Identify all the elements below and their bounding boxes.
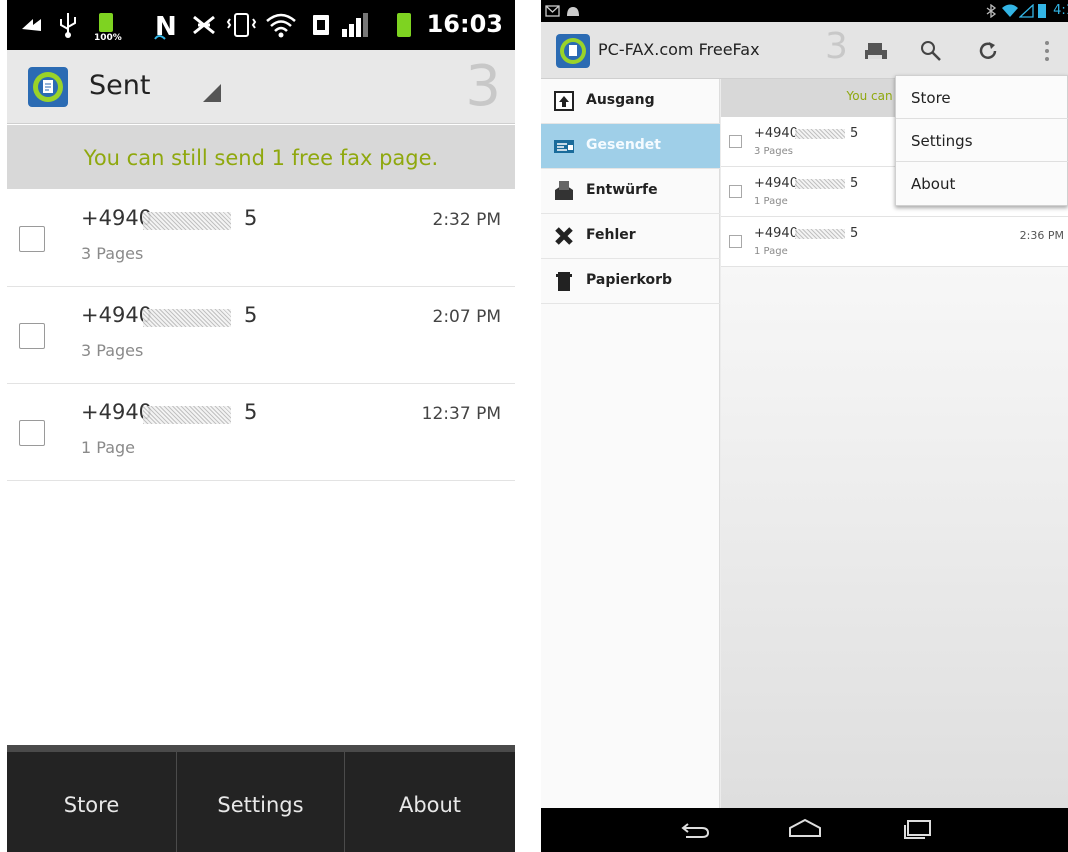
free-pages-banner: You can still send 1 free fax page. bbox=[7, 125, 515, 189]
page-count: 3 Pages bbox=[81, 341, 144, 360]
bottom-action-bar: Store Settings About bbox=[7, 745, 515, 852]
about-button[interactable]: About bbox=[345, 752, 515, 852]
spinner-dropdown-icon[interactable] bbox=[203, 84, 221, 102]
search-icon[interactable] bbox=[920, 40, 942, 62]
message-count: 3 bbox=[825, 26, 848, 67]
action-bar: Sent 3 bbox=[7, 50, 515, 124]
battery-full-icon: 100% bbox=[94, 13, 122, 41]
redacted-digits bbox=[795, 229, 845, 239]
error-icon bbox=[555, 227, 573, 245]
nfc-icon: N bbox=[154, 12, 177, 41]
sync-arrows-icon bbox=[22, 19, 41, 31]
redacted-digits bbox=[143, 212, 231, 230]
menu-item-about[interactable]: About bbox=[896, 162, 1068, 205]
system-navigation-bar bbox=[541, 808, 1068, 852]
clock: 4:1 bbox=[1053, 3, 1068, 18]
battery-icon bbox=[1038, 4, 1046, 18]
store-button[interactable]: Store bbox=[7, 752, 176, 852]
sent-time: 12:37 PM bbox=[421, 404, 501, 424]
wifi-icon bbox=[1002, 4, 1018, 17]
action-bar: PC-FAX.com FreeFax 3 bbox=[541, 22, 1068, 79]
page-count: 1 Page bbox=[754, 196, 788, 207]
redacted-digits bbox=[143, 406, 231, 424]
app-logo-icon[interactable] bbox=[27, 66, 69, 108]
select-checkbox[interactable] bbox=[19, 226, 45, 252]
settings-button[interactable]: Settings bbox=[177, 752, 344, 852]
redacted-digits bbox=[795, 179, 845, 189]
bluetooth-icon bbox=[986, 4, 997, 18]
android-icon bbox=[567, 7, 579, 16]
page-count: 3 Pages bbox=[754, 146, 793, 157]
fax-printer-icon[interactable] bbox=[864, 41, 888, 63]
recent-apps-icon[interactable] bbox=[903, 818, 933, 840]
drawer-item-fehler[interactable]: Fehler bbox=[541, 214, 720, 259]
tablet-sent-screen: 4:1 PC-FAX.com FreeFax 3 bbox=[541, 0, 1068, 852]
drawer-item-entwurfe[interactable]: Entwürfe bbox=[541, 169, 720, 214]
overflow-menu-icon[interactable] bbox=[1042, 39, 1052, 63]
select-checkbox[interactable] bbox=[729, 135, 742, 148]
status-bar: 100% N 16:03 bbox=[7, 0, 515, 50]
svg-text:100%: 100% bbox=[94, 33, 122, 41]
sent-time: 2:07 PM bbox=[432, 307, 502, 327]
app-logo-icon[interactable] bbox=[555, 33, 591, 69]
fax-list-item[interactable]: +4940 5 1 Page 12:37 PM bbox=[7, 384, 515, 481]
vibrate-icon bbox=[226, 13, 257, 37]
mail-icon bbox=[545, 5, 560, 17]
menu-item-settings[interactable]: Settings bbox=[896, 119, 1068, 162]
select-checkbox[interactable] bbox=[729, 235, 742, 248]
page-count: 3 Pages bbox=[81, 244, 144, 263]
app-title: PC-FAX.com FreeFax bbox=[598, 40, 760, 59]
redacted-digits bbox=[143, 309, 231, 327]
drawer-item-gesendet[interactable]: Gesendet bbox=[541, 124, 720, 169]
drawer-item-label: Papierkorb bbox=[586, 272, 673, 288]
menu-item-store[interactable]: Store bbox=[896, 76, 1068, 119]
sent-icon bbox=[554, 140, 574, 153]
battery-icon bbox=[397, 13, 411, 37]
status-bar: 4:1 bbox=[541, 0, 1068, 22]
drafts-icon bbox=[555, 181, 573, 200]
drawer-item-ausgang[interactable]: Ausgang bbox=[541, 79, 720, 124]
phone-sent-screen: 100% N 16:03 Sent 3 You can still send 1… bbox=[7, 0, 515, 852]
page-count: 1 Page bbox=[754, 246, 788, 257]
drawer-item-label: Fehler bbox=[586, 227, 636, 243]
fax-list-item[interactable]: +4940 5 3 Pages 2:32 PM bbox=[7, 190, 515, 287]
trash-icon bbox=[556, 272, 572, 291]
redacted-digits bbox=[795, 129, 845, 139]
clock: 16:03 bbox=[426, 10, 503, 38]
select-checkbox[interactable] bbox=[19, 420, 45, 446]
folder-spinner-label[interactable]: Sent bbox=[89, 70, 150, 101]
fax-list-item[interactable]: +4940 5 1 Page 2:36 PM bbox=[721, 217, 1068, 267]
mute-icon bbox=[193, 15, 215, 35]
outbox-icon bbox=[554, 91, 574, 111]
drawer-item-label: Entwürfe bbox=[586, 182, 658, 198]
signal-icon bbox=[342, 13, 368, 37]
sim-icon bbox=[313, 15, 329, 35]
refresh-icon[interactable] bbox=[977, 40, 999, 62]
wifi-icon bbox=[266, 13, 296, 38]
drawer-item-papierkorb[interactable]: Papierkorb bbox=[541, 259, 720, 304]
sent-time: 2:32 PM bbox=[432, 210, 502, 230]
navigation-drawer: Ausgang Gesendet Entwürfe Fehler Papierk… bbox=[541, 79, 720, 808]
sent-time: 2:36 PM bbox=[1019, 229, 1064, 242]
select-checkbox[interactable] bbox=[19, 323, 45, 349]
back-icon[interactable] bbox=[680, 820, 712, 840]
signal-icon bbox=[1019, 4, 1034, 18]
drawer-item-label: Gesendet bbox=[586, 137, 661, 153]
usb-icon bbox=[60, 13, 76, 38]
fax-list-item[interactable]: +4940 5 3 Pages 2:07 PM bbox=[7, 287, 515, 384]
overflow-menu: Store Settings About bbox=[895, 75, 1068, 206]
home-icon[interactable] bbox=[788, 818, 822, 840]
page-count: 1 Page bbox=[81, 438, 135, 457]
message-count: 3 bbox=[465, 54, 501, 119]
select-checkbox[interactable] bbox=[729, 185, 742, 198]
drawer-item-label: Ausgang bbox=[586, 92, 655, 108]
